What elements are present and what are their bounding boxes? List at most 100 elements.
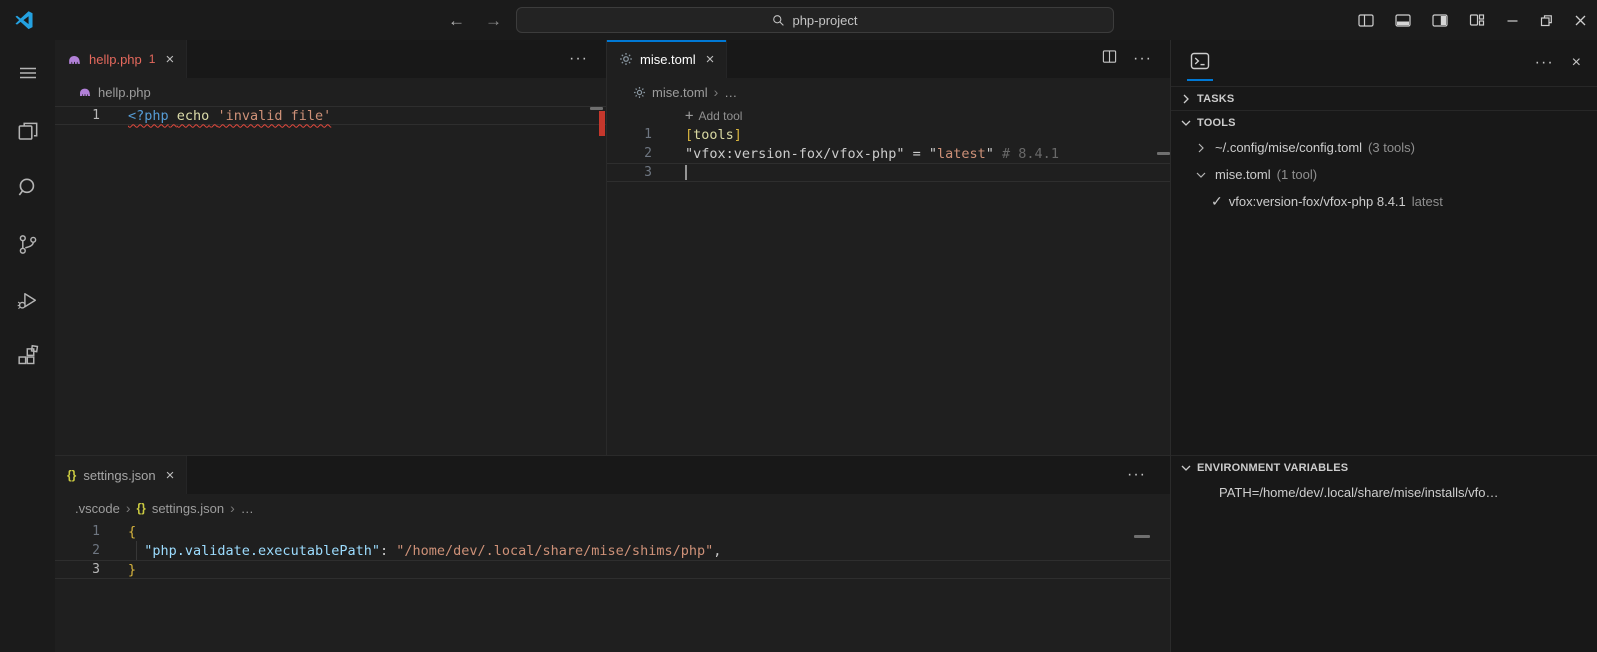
command-center-search[interactable]: php-project [516,7,1114,33]
more-actions-icon[interactable]: ··· [1127,467,1146,483]
split-editor-icon[interactable] [1102,49,1117,69]
tab-label: mise.toml [640,51,696,67]
panel-close-icon[interactable]: × [1572,55,1581,71]
breadcrumb: hellp.php [55,78,606,106]
editor-area: hellp.php 1 × ··· hellp.php 1 <?php echo… [55,40,1170,652]
chevron-right-icon: › [713,84,719,100]
codelens-add-tool[interactable]: + Add tool [607,106,1170,125]
code-line: 3 [607,163,1170,182]
chevron-right-icon: › [125,500,131,516]
search-icon[interactable] [6,165,50,211]
section-label: ENVIRONMENT VARIABLES [1197,461,1349,474]
line-number: 2 [92,543,100,558]
section-label: TOOLS [1197,116,1236,129]
env-var-value: PATH=/home/dev/.local/share/mise/install… [1219,484,1499,500]
nav-back-icon[interactable]: ← [448,12,465,29]
overview-cursor-mark [590,107,603,110]
tree-item-meta: latest [1411,194,1443,209]
activity-bar [0,40,55,652]
editor-hellp-php[interactable]: 1 <?php echo 'invalid file' [55,106,606,455]
tab-label: hellp.php [89,51,142,67]
section-tools[interactable]: TOOLS [1171,110,1597,134]
extensions-icon[interactable] [6,333,50,379]
json-icon: {} [67,468,77,482]
section-label: TASKS [1197,92,1235,105]
tab-label: settings.json [83,467,156,483]
section-environment-variables-container: ENVIRONMENT VARIABLES PATH=/home/dev/.lo… [1171,455,1597,505]
tab-mise-toml[interactable]: mise.toml × [607,40,728,78]
gear-icon [633,86,646,98]
text-cursor [685,165,687,180]
vscode-logo-icon [13,9,35,31]
chevron-down-icon [1181,465,1191,471]
layout-sidebar-left-icon[interactable] [1358,13,1374,28]
section-environment-variables[interactable]: ENVIRONMENT VARIABLES [1171,455,1597,479]
breadcrumb: .vscode › {} settings.json › … [55,494,1170,522]
overview-cursor-mark [1157,152,1170,155]
line-number: 1 [644,127,652,142]
tab-close-icon[interactable]: × [166,468,175,483]
more-actions-icon[interactable]: ··· [569,51,588,67]
section-tasks[interactable]: TASKS [1171,86,1597,110]
editor-group-mise: mise.toml × ··· mise.toml › … + Add tool… [607,40,1170,455]
tree-item-label: mise.toml [1215,167,1271,182]
code-line: 2 "vfox:version-fox/vfox-php" = "latest"… [607,144,1170,163]
code-text: "php.validate.executablePath": "/home/de… [144,542,722,559]
layout-sidebar-right-icon[interactable] [1432,13,1448,28]
nav-forward-icon[interactable]: → [485,12,502,29]
window-close-icon[interactable] [1574,14,1587,27]
chevron-down-icon [1181,120,1191,126]
mise-side-panel: ··· × TASKS TOOLS ~/.config/mise/config.… [1170,40,1597,652]
check-icon: ✓ [1211,193,1223,209]
breadcrumb-item[interactable]: .vscode [75,501,120,516]
line-number: 3 [92,562,100,577]
code-line: 1 <?php echo 'invalid file' [55,106,606,125]
tree-item-vfox-php[interactable]: ✓ vfox:version-fox/vfox-php 8.4.1 latest [1171,188,1597,215]
breadcrumb-item[interactable]: mise.toml [652,85,708,100]
code-text [680,165,1170,181]
tab-close-icon[interactable]: × [706,52,715,67]
breadcrumb: mise.toml › … [607,78,1170,106]
code-text: <?php echo 'invalid file' [128,107,332,124]
terminal-icon[interactable] [1187,45,1213,81]
tab-bar: {} settings.json × ··· [55,456,1170,494]
breadcrumb-item[interactable]: … [241,501,254,516]
json-icon: {} [136,501,146,515]
tree-item-label: vfox:version-fox/vfox-php 8.4.1 [1228,194,1406,209]
plus-icon: + [685,107,694,124]
tab-hellp-php[interactable]: hellp.php 1 × [55,40,188,78]
search-value: php-project [792,12,858,28]
editor-settings-json[interactable]: 1 { 2 "php.validate.executablePath": "/h… [55,522,1170,652]
editor-mise-toml[interactable]: + Add tool 1 [tools] 2 "vfox:version-fox… [607,106,1170,455]
vscode-window: ← → php-project hellp.php 1 × ··· hellp.… [0,0,1597,652]
tree-item-meta: (1 tool) [1276,167,1318,182]
minimize-icon[interactable] [1506,14,1519,27]
customize-layout-icon[interactable] [1469,12,1485,28]
more-actions-icon[interactable]: ··· [1133,51,1152,67]
layout-panel-icon[interactable] [1395,13,1411,28]
tree-item-config-toml[interactable]: ~/.config/mise/config.toml (3 tools) [1171,134,1597,161]
line-number: 3 [644,165,652,180]
env-var-path[interactable]: PATH=/home/dev/.local/share/mise/install… [1171,479,1597,505]
tab-bar: mise.toml × ··· [607,40,1170,78]
code-text: [tools] [685,126,742,143]
tree-item-mise-toml[interactable]: mise.toml (1 tool) [1171,161,1597,188]
codelens-label: Add tool [698,108,743,123]
more-actions-icon[interactable]: ··· [1535,55,1554,71]
breadcrumb-item[interactable]: settings.json [152,501,224,516]
editor-group-hellp: hellp.php 1 × ··· hellp.php 1 <?php echo… [55,40,607,455]
php-elephant-icon [80,88,91,97]
tab-settings-json[interactable]: {} settings.json × [55,456,188,494]
source-control-icon[interactable] [6,221,50,267]
tab-bar: hellp.php 1 × ··· [55,40,606,78]
restore-icon[interactable] [1540,14,1553,27]
menu-icon[interactable] [6,50,50,96]
tab-close-icon[interactable]: × [165,52,174,67]
explorer-icon[interactable] [6,109,50,155]
panel-header: ··· × [1171,40,1597,86]
php-elephant-icon [69,55,80,64]
chevron-right-icon [1198,143,1204,152]
run-debug-icon[interactable] [6,277,50,323]
breadcrumb-item[interactable]: … [724,85,737,100]
breadcrumb-item[interactable]: hellp.php [98,85,151,100]
